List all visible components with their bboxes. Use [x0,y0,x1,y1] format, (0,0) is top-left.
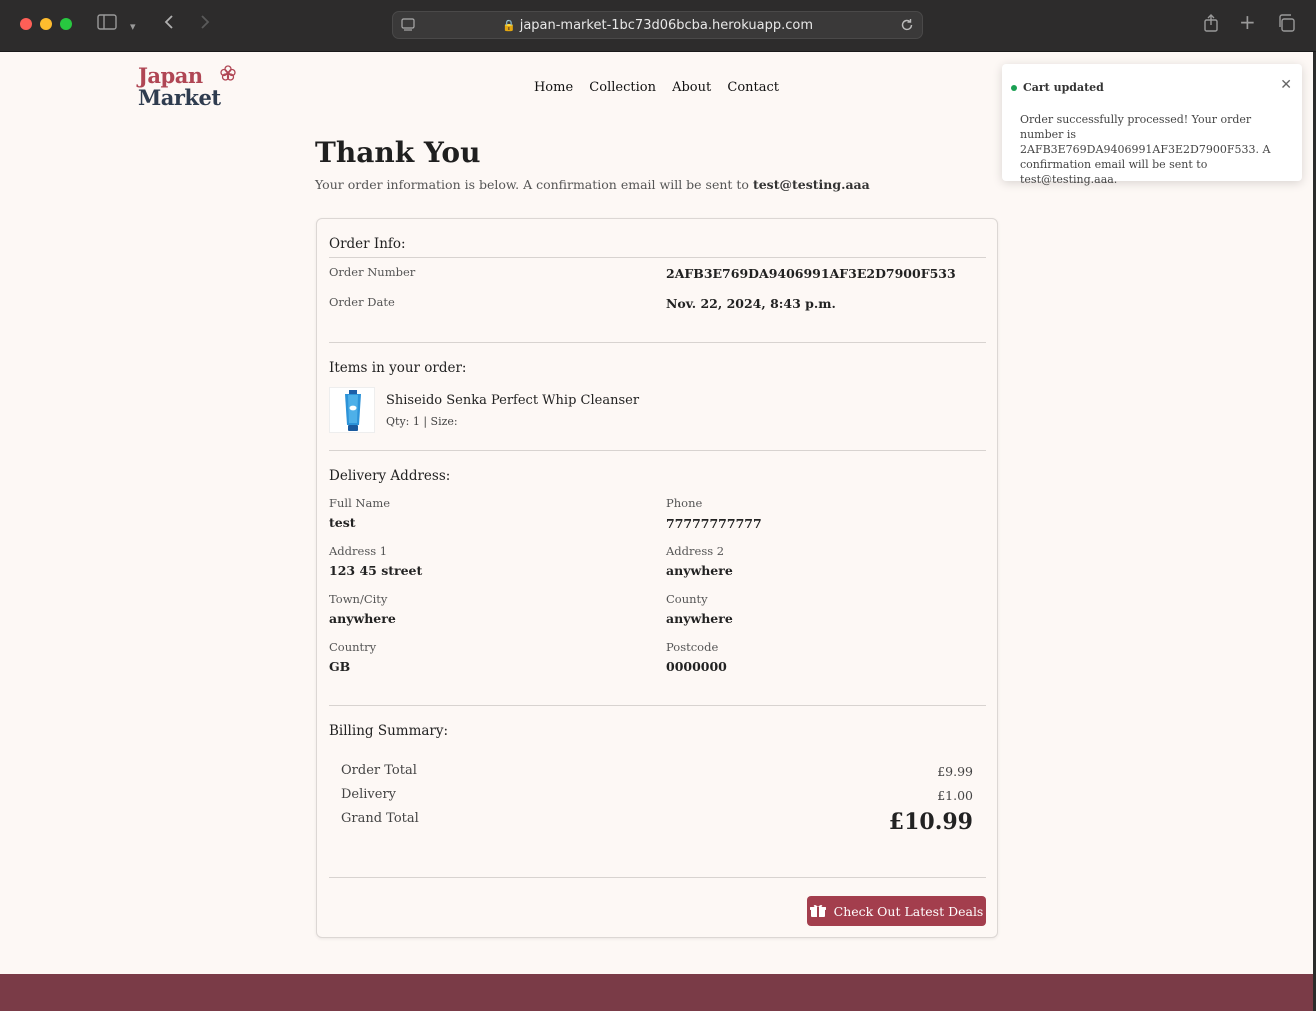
delivery-fee-value: £1.00 [937,788,973,803]
divider [329,342,986,343]
item-meta: Qty: 1 | Size: [386,415,458,428]
site-footer [0,974,1313,1011]
postcode-label: Postcode [666,640,719,654]
divider [329,257,986,258]
delivery-title: Delivery Address: [329,468,451,484]
nav-about[interactable]: About [672,80,711,95]
fullscreen-window-button[interactable] [60,18,72,30]
county-label: County [666,592,708,606]
delivery-fee-label: Delivery [341,787,397,802]
close-window-button[interactable] [20,18,32,30]
order-total-label: Order Total [341,763,417,778]
order-card: Order Info: Order Number 2AFB3E769DA9406… [316,218,998,938]
cart-updated-toast: Cart updated ✕ Order successfully proces… [1002,64,1302,186]
order-number-label: Order Number [329,265,416,279]
gift-icon [809,904,826,917]
new-tab-icon[interactable]: + [1239,12,1256,32]
order-info-title: Order Info: [329,236,406,252]
product-image[interactable] [329,387,375,433]
forward-icon[interactable] [199,14,211,35]
address-bar[interactable]: 🔒 japan-market-1bc73d06bcba.herokuapp.com [392,11,923,39]
county-value: anywhere [666,611,733,626]
toast-message: Order successfully processed! Your order… [1020,113,1271,186]
divider [329,877,986,878]
postcode-value: 0000000 [666,659,727,674]
address1-label: Address 1 [329,544,388,558]
full-name-label: Full Name [329,496,391,510]
town-label: Town/City [329,592,388,606]
address1-value: 123 45 street [329,563,423,578]
page-title: Thank You [315,136,481,169]
country-value: GB [329,659,351,674]
order-total-value: £9.99 [937,764,973,779]
browser-toolbar: ▾ 🔒 japan-market-1bc73d06bcba.herokuapp.c… [0,0,1316,52]
grand-total-value: £10.99 [888,809,973,835]
chevron-down-icon[interactable]: ▾ [130,17,136,37]
back-icon[interactable] [163,14,175,35]
check-out-deals-button[interactable]: Check Out Latest Deals [807,896,986,926]
item-name: Shiseido Senka Perfect Whip Cleanser [386,393,640,408]
divider [329,450,986,451]
divider [329,705,986,706]
nav-home[interactable]: Home [534,80,573,95]
grand-total-label: Grand Total [341,811,419,826]
subtitle-email: test@testing.aaa [752,177,870,192]
share-icon[interactable] [1203,14,1219,37]
lock-icon: 🔒 [502,19,516,32]
flower-icon [220,65,236,81]
country-label: Country [329,640,377,654]
nav-contact[interactable]: Contact [727,80,779,95]
subtitle-text: Your order information is below. A confi… [315,177,749,192]
toast-title: Cart updated [1023,81,1104,94]
reload-icon[interactable] [900,17,914,37]
close-icon[interactable]: ✕ [1280,77,1292,93]
cleanser-tube-image [345,390,361,431]
nav-collection[interactable]: Collection [589,80,656,95]
minimize-window-button[interactable] [40,18,52,30]
address2-value: anywhere [666,563,733,578]
url-text: japan-market-1bc73d06bcba.herokuapp.com [519,18,813,33]
order-date-label: Order Date [329,295,395,309]
tab-overview-icon[interactable] [1277,14,1295,37]
page: Japan Market Home Collection About Conta… [0,52,1313,1011]
success-dot-icon [1011,85,1017,91]
sidebar-toggle-icon[interactable] [97,14,117,35]
phone-label: Phone [666,496,703,510]
full-name-value: test [329,515,356,530]
town-value: anywhere [329,611,396,626]
page-subtitle: Your order information is below. A confi… [315,177,870,192]
order-date-value: Nov. 22, 2024, 8:43 p.m. [666,296,836,311]
phone-value: 77777777777 [666,516,762,531]
order-number-value: 2AFB3E769DA9406991AF3E2D7900F533 [666,266,956,281]
address2-label: Address 2 [666,544,725,558]
billing-title: Billing Summary: [329,723,449,739]
items-title: Items in your order: [329,360,467,376]
deals-button-label: Check Out Latest Deals [833,903,984,919]
